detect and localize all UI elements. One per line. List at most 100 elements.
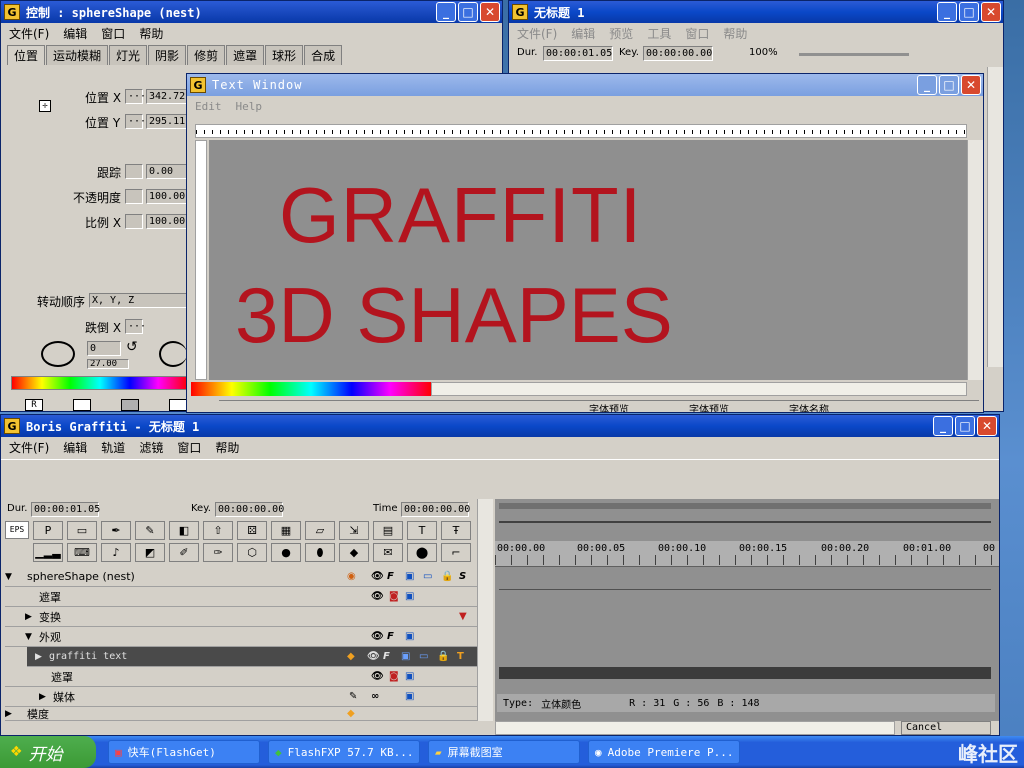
link-icon[interactable]: ∞ bbox=[371, 691, 379, 702]
tv-icon[interactable]: ▣ bbox=[405, 671, 414, 682]
font-preview-1[interactable]: 字体预览 bbox=[589, 401, 629, 412]
tumble-keyframe[interactable]: ··· bbox=[125, 319, 146, 334]
tab-lighting[interactable]: 灯光 bbox=[109, 45, 148, 65]
key-field[interactable]: 00:00:00.00 bbox=[643, 46, 713, 61]
taskbar-item-screenshot[interactable]: ▰ 屏幕截图室 bbox=[428, 740, 580, 764]
f-icon[interactable]: F bbox=[387, 631, 394, 642]
tab-mask[interactable]: 遮罩 bbox=[226, 45, 265, 65]
gradient-tool-icon[interactable]: ◧ bbox=[169, 521, 199, 540]
minimize-icon[interactable]: _ bbox=[436, 2, 456, 22]
tv-icon[interactable]: ▣ bbox=[405, 631, 414, 642]
record-icon[interactable]: ⬤ bbox=[407, 543, 437, 562]
expander-icon[interactable]: ▼ bbox=[25, 632, 39, 642]
close-icon[interactable]: ✕ bbox=[961, 75, 981, 95]
menu-track[interactable]: 轨道 bbox=[101, 439, 125, 456]
pos-y-field[interactable]: 295.11 bbox=[146, 114, 191, 129]
text-color-spectrum[interactable] bbox=[191, 382, 431, 396]
eye-icon[interactable]: 👁 bbox=[367, 651, 380, 662]
text-canvas[interactable]: GRAFFITI 3D SHAPES bbox=[209, 140, 967, 380]
f-icon[interactable]: F bbox=[387, 571, 394, 582]
pos-y-keyframe[interactable]: ··· bbox=[125, 114, 146, 129]
menu-edit[interactable]: 编辑 bbox=[571, 25, 595, 42]
diamond-icon[interactable]: ◆ bbox=[339, 543, 369, 562]
control-titlebar[interactable]: G 控制 : sphereShape (nest) _ □ ✕ bbox=[1, 1, 502, 23]
minimize-icon[interactable]: _ bbox=[933, 416, 953, 436]
import-icon[interactable]: ⇲ bbox=[339, 521, 369, 540]
close-icon[interactable]: ✕ bbox=[977, 416, 997, 436]
pos-x-keyframe[interactable]: ··· bbox=[125, 89, 146, 104]
timeline-area[interactable]: 00:00.00 00:00.05 00:00.10 00:00.15 00:0… bbox=[495, 499, 999, 721]
track-row[interactable]: 遮罩 👁 ◙ ▣ bbox=[5, 587, 477, 607]
taskbar-item-flashfxp[interactable]: ◆ FlashFXP 57.7 KB... bbox=[268, 740, 420, 764]
swatch-button[interactable] bbox=[121, 399, 139, 411]
menu-tools[interactable]: 工具 bbox=[647, 25, 671, 42]
keyframe-diamond-icon[interactable]: ◆ bbox=[347, 651, 355, 662]
tab-crop[interactable]: 修剪 bbox=[187, 45, 226, 65]
menu-help[interactable]: Help bbox=[236, 100, 263, 113]
mask-icon[interactable]: ◙ bbox=[389, 671, 399, 682]
track-row-selected[interactable]: ▶ graffiti text ◆ 👁 F ▣ ▭ 🔒 T bbox=[27, 647, 477, 667]
maximize-icon[interactable]: □ bbox=[955, 416, 975, 436]
close-icon[interactable]: ✕ bbox=[981, 2, 1001, 22]
text-style-icon[interactable]: Ŧ bbox=[441, 521, 471, 540]
font-name[interactable]: 字体名称 bbox=[789, 401, 829, 412]
rotation-order-select[interactable]: X, Y, Z bbox=[89, 293, 189, 308]
tv-icon[interactable]: ▣ bbox=[405, 691, 414, 702]
opacity-field[interactable]: 100.00 bbox=[146, 189, 191, 204]
text-track-icon[interactable]: T bbox=[457, 651, 464, 662]
track-row[interactable]: ▼ 外观 👁 F ▣ bbox=[5, 627, 477, 647]
media-edit-icon[interactable]: ✎ bbox=[349, 691, 357, 702]
pos-x-field[interactable]: 342.72 bbox=[146, 89, 191, 104]
paint-icon[interactable]: ✑ bbox=[203, 543, 233, 562]
menu-file[interactable]: 文件(F) bbox=[9, 25, 49, 42]
expander-icon[interactable]: ▶ bbox=[5, 709, 19, 719]
audio-icon[interactable]: ♪ bbox=[101, 543, 131, 562]
menu-file[interactable]: 文件(F) bbox=[517, 25, 557, 42]
cylinder-icon[interactable]: ⬮ bbox=[305, 543, 335, 562]
tv-icon[interactable]: ▣ bbox=[405, 591, 414, 602]
scale-keyframe[interactable] bbox=[125, 214, 143, 229]
angle-field[interactable]: 27.00 bbox=[87, 359, 129, 369]
lock-icon[interactable]: 🔒 bbox=[441, 571, 453, 582]
expander-icon[interactable]: ▶ bbox=[35, 652, 49, 662]
tab-motion-blur[interactable]: 运动模糊 bbox=[46, 45, 109, 65]
cancel-button[interactable]: Cancel bbox=[901, 721, 991, 735]
scale-field[interactable]: 100.00 bbox=[146, 214, 191, 229]
crop-icon[interactable]: ◩ bbox=[135, 543, 165, 562]
s-icon[interactable]: S bbox=[459, 571, 466, 582]
track-bar-selected[interactable] bbox=[499, 667, 991, 679]
start-button[interactable]: ❖ 开始 bbox=[0, 736, 96, 768]
menu-window[interactable]: 窗口 bbox=[177, 439, 201, 456]
eye-icon[interactable]: 👁 bbox=[371, 571, 384, 582]
menu-help[interactable]: 帮助 bbox=[215, 439, 239, 456]
swatch-button[interactable] bbox=[169, 399, 187, 411]
dur-field[interactable]: 00:00:01.05 bbox=[543, 46, 613, 61]
track-row[interactable]: ▶ 媒体 ✎ ∞ ▣ bbox=[5, 687, 477, 707]
maximize-icon[interactable]: □ bbox=[959, 2, 979, 22]
menu-help[interactable]: 帮助 bbox=[723, 25, 747, 42]
open-folder-icon[interactable]: ▱ bbox=[305, 521, 335, 540]
menu-help[interactable]: 帮助 bbox=[139, 25, 163, 42]
levels-icon[interactable]: ▁▂▃ bbox=[33, 543, 63, 562]
crosshair-icon[interactable]: ✛ bbox=[39, 100, 51, 112]
timeline-scrollbar[interactable] bbox=[495, 721, 895, 735]
r-button[interactable]: R bbox=[25, 399, 43, 411]
maximize-icon[interactable]: □ bbox=[939, 75, 959, 95]
book-icon[interactable]: ▤ bbox=[373, 521, 403, 540]
corner-icon[interactable]: ⌐ bbox=[441, 543, 471, 562]
menu-edit[interactable]: 编辑 bbox=[63, 25, 87, 42]
tv-icon[interactable]: ▣ bbox=[405, 571, 414, 582]
reset-icon[interactable]: ↺ bbox=[126, 339, 138, 355]
keyframe-down-icon[interactable]: ▼ bbox=[459, 611, 467, 622]
minimize-icon[interactable]: _ bbox=[937, 2, 957, 22]
track-row[interactable]: 遮罩 👁 ◙ ▣ bbox=[5, 667, 477, 687]
menu-edit[interactable]: 编辑 bbox=[63, 439, 87, 456]
eye-icon[interactable]: 👁 bbox=[371, 671, 384, 682]
tv-icon[interactable]: ▣ bbox=[401, 651, 410, 662]
edit-tool-icon[interactable]: ✎ bbox=[135, 521, 165, 540]
text-window-titlebar[interactable]: G Text Window _ □ ✕ bbox=[187, 74, 983, 96]
menu-preview[interactable]: 预览 bbox=[609, 25, 633, 42]
eye-icon[interactable]: 👁 bbox=[371, 591, 384, 602]
rectangle-tool-icon[interactable]: ▭ bbox=[67, 521, 97, 540]
expander-icon[interactable]: ▼ bbox=[5, 572, 19, 582]
